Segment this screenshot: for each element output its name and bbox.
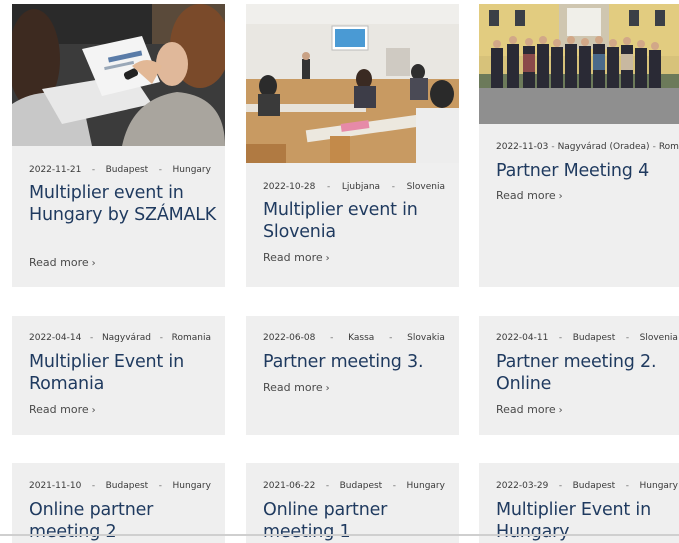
event-date: 2022-11-03 (496, 142, 549, 152)
event-meta: 2022-11-21 - Budapest - Hungary (29, 165, 211, 175)
read-more-link[interactable]: Read more › (496, 189, 563, 202)
event-meta: 2021-06-22 - Budapest - Hungary (263, 481, 445, 491)
meta-separator: - (625, 333, 630, 343)
event-date: 2022-03-29 (496, 481, 549, 491)
event-title[interactable]: Online partner meeting 1 (263, 499, 451, 543)
chevron-right-icon: › (558, 191, 563, 202)
event-card[interactable]: 2022-03-29 - Budapest - Hungary Multipli… (479, 463, 679, 543)
event-title[interactable]: Partner meeting 2. Online (496, 351, 679, 395)
meta-separator: - (159, 333, 163, 343)
chevron-right-icon: › (91, 405, 96, 416)
event-title[interactable]: Partner meeting 3. (263, 351, 451, 373)
event-title[interactable]: Multiplier event in Slovenia (263, 199, 451, 243)
event-city: Budapest (572, 481, 616, 491)
read-more-link[interactable]: Read more › (263, 381, 330, 394)
meta-separator: - (551, 142, 555, 152)
event-country: Slovenia (639, 333, 678, 343)
meta-separator: - (625, 481, 629, 491)
meta-separator: - (90, 333, 94, 343)
event-city: Budapest (105, 481, 149, 491)
event-title[interactable]: Partner Meeting 4 (496, 160, 679, 182)
event-card[interactable]: 2021-06-22 - Budapest - Hungary Online p… (246, 463, 459, 543)
read-more-link[interactable]: Read more › (29, 256, 96, 269)
meta-separator: - (91, 481, 96, 491)
event-meta: 2022-10-28 - Ljubjana - Slovenia (263, 182, 445, 192)
event-country: Romania (171, 333, 211, 343)
event-card[interactable]: 2021-11-10 - Budapest - Hungary Online p… (12, 463, 225, 543)
event-date: 2022-04-14 (29, 333, 82, 343)
read-more-label: Read more (29, 256, 89, 269)
event-card[interactable]: 2022-11-21 - Budapest - Hungary Multipli… (12, 4, 225, 287)
chevron-right-icon: › (325, 253, 330, 264)
event-title[interactable]: Multiplier event in Hungary by SZÁMALK (29, 182, 217, 226)
event-title[interactable]: Multiplier Event in Romania (29, 351, 217, 395)
meta-separator: - (652, 142, 656, 152)
event-date: 2021-06-22 (263, 481, 316, 491)
read-more-label: Read more (496, 189, 556, 202)
event-card[interactable]: 2022-04-14 - Nagyvárad - Romania Multipl… (12, 316, 225, 435)
chevron-right-icon: › (558, 405, 563, 416)
meta-separator: - (391, 182, 395, 192)
meta-separator: - (325, 481, 330, 491)
event-date: 2022-06-08 (263, 333, 316, 343)
event-city: Ljubjana (341, 182, 381, 192)
chevron-right-icon: › (91, 258, 96, 269)
event-meta: 2022-04-14 - Nagyvárad - Romania (29, 333, 211, 343)
read-more-link[interactable]: Read more › (496, 403, 563, 416)
event-country: Hungary (172, 481, 211, 491)
event-city: Nagyvárad (Oradea) (557, 142, 650, 152)
meta-separator: - (389, 333, 393, 343)
read-more-link[interactable]: Read more › (29, 403, 96, 416)
meta-separator: - (158, 481, 162, 491)
meta-separator: - (158, 165, 162, 175)
meta-separator: - (326, 182, 331, 192)
event-meta: 2022-03-29 - Budapest - Hungary (496, 481, 678, 491)
meta-separator: - (392, 481, 396, 491)
event-card[interactable]: 2022-11-03 - Nagyvárad (Oradea) - Romani… (479, 4, 679, 287)
chevron-right-icon: › (325, 383, 330, 394)
event-photo-presentation-room[interactable] (246, 4, 459, 163)
meta-separator: - (330, 333, 334, 343)
read-more-label: Read more (29, 403, 89, 416)
event-photo-group-outdoor[interactable] (479, 4, 679, 124)
event-country: Slovenia (406, 182, 445, 192)
meta-separator: - (91, 165, 96, 175)
event-title[interactable]: Multiplier Event in Hungary (496, 499, 679, 543)
event-meta: 2022-06-08 - Kassa - Slovakia (263, 333, 445, 343)
event-date: 2022-10-28 (263, 182, 316, 192)
event-country: Romania (658, 142, 679, 152)
event-meta: 2022-04-11 - Budapest - Slovenia (496, 333, 678, 343)
event-date: 2021-11-10 (29, 481, 82, 491)
event-country: Hungary (406, 481, 445, 491)
event-city: Budapest (105, 165, 149, 175)
event-card[interactable]: 2022-10-28 - Ljubjana - Slovenia Multipl… (246, 4, 459, 287)
event-city: Nagyvárad (101, 333, 151, 343)
read-more-label: Read more (263, 381, 323, 394)
event-city: Budapest (572, 333, 616, 343)
event-photo-people-reading[interactable] (12, 4, 225, 146)
event-country: Hungary (172, 165, 211, 175)
event-meta: 2021-11-10 - Budapest - Hungary (29, 481, 211, 491)
event-meta: 2022-11-03 - Nagyvárad (Oradea) - Romani… (496, 142, 679, 152)
event-date: 2022-04-11 (496, 333, 549, 343)
event-date: 2022-11-21 (29, 165, 82, 175)
event-card[interactable]: 2022-04-11 - Budapest - Slovenia Partner… (479, 316, 679, 435)
read-more-link[interactable]: Read more › (263, 251, 330, 264)
event-city: Budapest (339, 481, 383, 491)
read-more-label: Read more (496, 403, 556, 416)
event-card[interactable]: 2022-06-08 - Kassa - Slovakia Partner me… (246, 316, 459, 435)
read-more-label: Read more (263, 251, 323, 264)
event-city: Kassa (348, 333, 375, 343)
meta-separator: - (558, 333, 563, 343)
event-country: Slovakia (407, 333, 445, 343)
meta-separator: - (558, 481, 563, 491)
event-title[interactable]: Online partner meeting 2 (29, 499, 217, 543)
event-country: Hungary (639, 481, 678, 491)
